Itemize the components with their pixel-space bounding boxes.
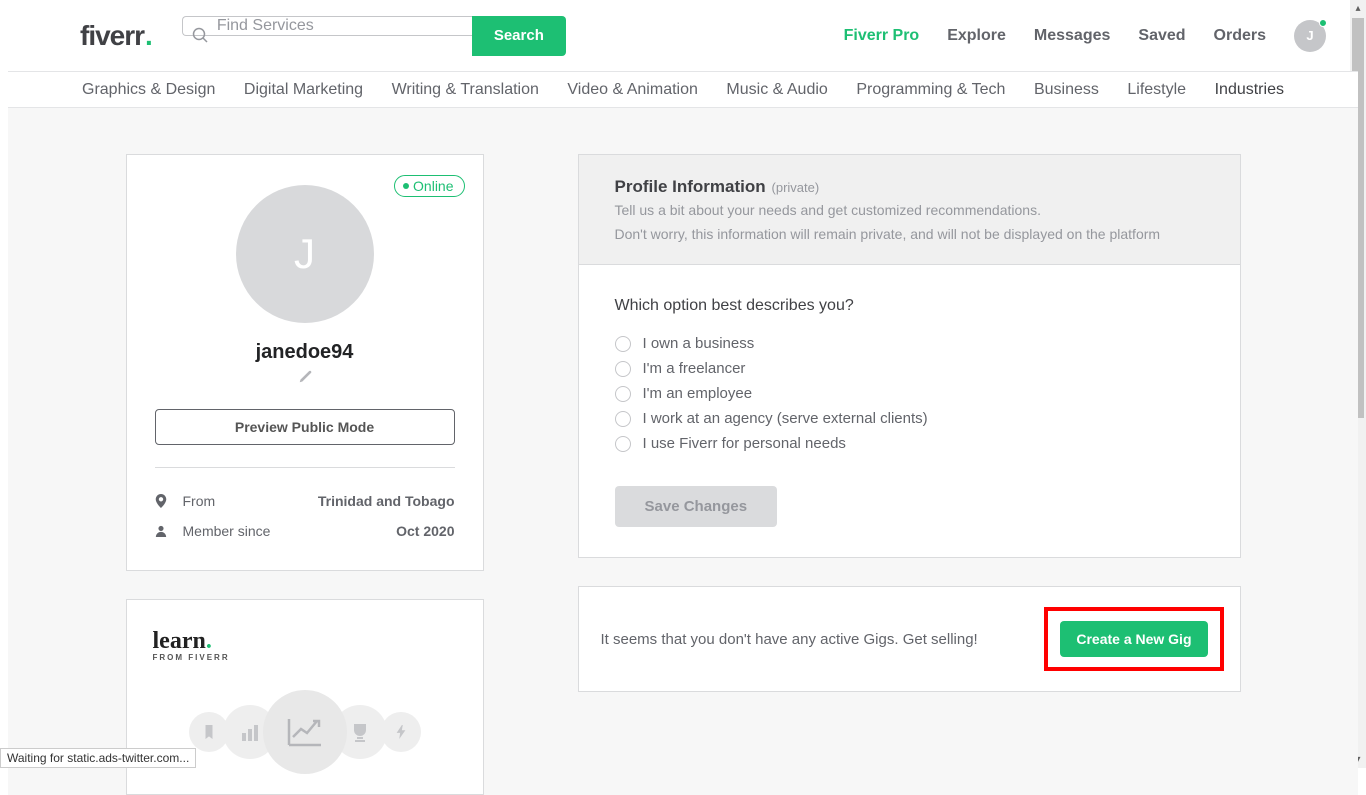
cat-digital-marketing[interactable]: Digital Marketing	[244, 81, 363, 99]
badge-bolt-icon	[381, 712, 421, 752]
online-dot-icon	[1319, 19, 1327, 27]
avatar-big-initial: J	[294, 230, 315, 278]
nav-explore[interactable]: Explore	[947, 27, 1006, 45]
option-label: I use Fiverr for personal needs	[643, 435, 846, 452]
private-tag: (private)	[772, 180, 820, 195]
radio-icon	[615, 361, 631, 377]
online-badge-text: Online	[413, 178, 453, 194]
nav-orders[interactable]: Orders	[1214, 27, 1266, 45]
learn-subtitle: FROM FIVERR	[153, 653, 457, 662]
cat-music-audio[interactable]: Music & Audio	[726, 81, 827, 99]
search-icon	[192, 27, 208, 43]
learn-badges	[153, 690, 457, 774]
cat-business[interactable]: Business	[1034, 81, 1099, 99]
preview-public-mode-button[interactable]: Preview Public Mode	[155, 409, 455, 445]
search-input[interactable]	[182, 16, 472, 36]
search-button[interactable]: Search	[472, 16, 566, 56]
cat-writing-translation[interactable]: Writing & Translation	[392, 81, 539, 99]
gigs-card: It seems that you don't have any active …	[578, 586, 1241, 692]
avatar-menu[interactable]: J	[1294, 20, 1326, 52]
option-label: I'm an employee	[643, 385, 753, 402]
learn-logo: learn.	[153, 628, 457, 655]
username: janedoe94	[155, 341, 455, 364]
profile-info-desc-2: Don't worry, this information will remai…	[615, 225, 1204, 245]
profile-card: Online J janedoe94 Preview Public Mode	[126, 154, 484, 571]
profile-info-desc-1: Tell us a bit about your needs and get c…	[615, 201, 1204, 221]
radio-icon	[615, 436, 631, 452]
online-badge: Online	[394, 175, 464, 197]
option-label: I work at an agency (serve external clie…	[643, 410, 928, 427]
create-new-gig-button[interactable]: Create a New Gig	[1060, 621, 1207, 657]
logo-text: fiverr	[80, 20, 144, 52]
nav-fiverr-pro[interactable]: Fiverr Pro	[844, 27, 920, 45]
cat-video-animation[interactable]: Video & Animation	[567, 81, 697, 99]
cat-industries[interactable]: Industries	[1215, 81, 1284, 99]
header-nav: Fiverr Pro Explore Messages Saved Orders…	[844, 20, 1326, 52]
profile-info-body: Which option best describes you? I own a…	[578, 265, 1241, 558]
from-row: From Trinidad and Tobago	[155, 486, 455, 516]
highlight-box: Create a New Gig	[1044, 607, 1223, 671]
cat-graphics-design[interactable]: Graphics & Design	[82, 81, 215, 99]
member-since-label: Member since	[183, 523, 271, 539]
badge-chart-icon	[263, 690, 347, 774]
radio-icon	[615, 336, 631, 352]
nav-saved[interactable]: Saved	[1138, 27, 1185, 45]
cat-programming-tech[interactable]: Programming & Tech	[856, 81, 1005, 99]
option-freelancer[interactable]: I'm a freelancer	[615, 356, 1204, 381]
avatar-initial: J	[1306, 28, 1313, 43]
member-since-row: Member since Oct 2020	[155, 516, 455, 546]
avatar-big[interactable]: J	[236, 185, 374, 323]
logo[interactable]: fiverr.	[80, 20, 152, 52]
search-box: Search	[182, 16, 566, 56]
radio-icon	[615, 411, 631, 427]
profile-info-title: Profile Information	[615, 177, 766, 196]
no-gigs-text: It seems that you don't have any active …	[601, 631, 978, 648]
option-label: I'm a freelancer	[643, 360, 746, 377]
from-label: From	[183, 493, 216, 509]
nav-messages[interactable]: Messages	[1034, 27, 1111, 45]
edit-icon[interactable]	[155, 370, 455, 387]
from-value: Trinidad and Tobago	[318, 493, 455, 509]
option-agency[interactable]: I work at an agency (serve external clie…	[615, 406, 1204, 431]
category-nav: Graphics & Design Digital Marketing Writ…	[8, 72, 1358, 108]
option-personal[interactable]: I use Fiverr for personal needs	[615, 431, 1204, 456]
option-label: I own a business	[643, 335, 755, 352]
user-icon	[155, 524, 171, 538]
learn-logo-text: learn	[153, 628, 206, 654]
option-employee[interactable]: I'm an employee	[615, 381, 1204, 406]
member-since-value: Oct 2020	[396, 523, 454, 539]
browser-status-bar: Waiting for static.ads-twitter.com...	[0, 748, 196, 768]
profile-info-header: Profile Information (private) Tell us a …	[578, 154, 1241, 265]
cat-lifestyle[interactable]: Lifestyle	[1127, 81, 1186, 99]
radio-icon	[615, 386, 631, 402]
save-changes-button[interactable]: Save Changes	[615, 486, 778, 527]
option-own-business[interactable]: I own a business	[615, 331, 1204, 356]
divider	[155, 467, 455, 468]
learn-logo-dot: .	[206, 628, 212, 654]
profile-question: Which option best describes you?	[615, 297, 1204, 315]
header: fiverr. Search Fiverr Pro Explore Messag…	[8, 0, 1358, 72]
location-icon	[155, 494, 171, 508]
